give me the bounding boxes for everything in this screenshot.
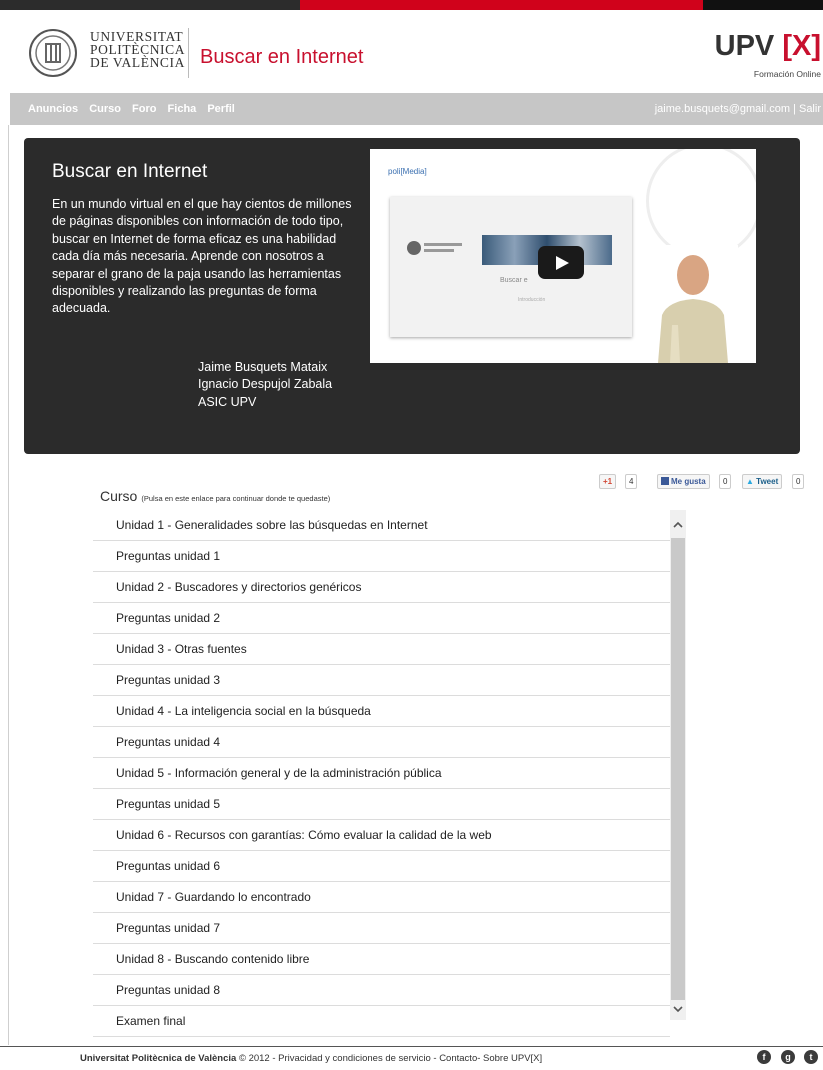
site-footer: Universitat Politècnica de València © 20…: [0, 1046, 823, 1070]
nav-link-perfil[interactable]: Perfil: [207, 103, 235, 115]
continue-link[interactable]: (Pulsa en este enlace para continuar don…: [141, 494, 330, 503]
list-item[interactable]: Preguntas unidad 6: [93, 851, 670, 882]
site-header: UNIVERSITAT POLITÈCNICA DE VALÈNCIA Busc…: [10, 12, 823, 92]
footer-links[interactable]: © 2012 - Privacidad y condiciones de ser…: [239, 1053, 542, 1064]
course-list-scrollbar[interactable]: [670, 510, 686, 1020]
nav-link-ficha[interactable]: Ficha: [168, 103, 197, 115]
nav-link-anuncios[interactable]: Anuncios: [28, 103, 78, 115]
list-item[interactable]: Unidad 2 - Buscadores y directorios gené…: [93, 572, 670, 603]
list-item[interactable]: Unidad 7 - Guardando lo encontrado: [93, 882, 670, 913]
list-item[interactable]: Unidad 3 - Otras fuentes: [93, 634, 670, 665]
nav-link-curso[interactable]: Curso: [89, 103, 121, 115]
list-item[interactable]: Preguntas unidad 7: [93, 913, 670, 944]
author-name: Jaime Busquets Mataix: [198, 360, 328, 374]
upvx-subtitle: Formación Online: [753, 69, 821, 79]
tweet-count: 0: [792, 474, 805, 489]
video-slide: Buscar e Introducción: [390, 197, 632, 337]
facebook-icon[interactable]: f: [757, 1050, 771, 1064]
twitter-widget: ▲ Tweet 0: [742, 474, 808, 489]
watermark-seal: [646, 149, 756, 259]
upvx-logo[interactable]: UPV [X]: [715, 30, 821, 63]
footer-university[interactable]: Universitat Politècnica de València: [80, 1053, 236, 1064]
chevron-down-icon[interactable]: [670, 1000, 686, 1018]
site-title[interactable]: Buscar en Internet: [200, 46, 363, 69]
list-item[interactable]: Unidad 5 - Información general y de la a…: [93, 758, 670, 789]
page-border: [8, 125, 9, 1045]
list-item[interactable]: Preguntas unidad 8: [93, 975, 670, 1006]
course-title: Curso: [100, 488, 138, 504]
list-item[interactable]: Preguntas unidad 1: [93, 541, 670, 572]
list-item[interactable]: Preguntas unidad 4: [93, 727, 670, 758]
tweet-button[interactable]: ▲ Tweet: [742, 474, 783, 489]
gplus-button[interactable]: +1: [599, 474, 617, 489]
hero-title: Buscar en Internet: [52, 161, 208, 182]
play-icon[interactable]: [538, 246, 584, 279]
course-unit-list: Unidad 1 - Generalidades sobre las búsqu…: [93, 510, 670, 1037]
slide-title: Buscar e: [500, 277, 528, 284]
list-item[interactable]: Unidad 8 - Buscando contenido libre: [93, 944, 670, 975]
list-item[interactable]: Unidad 1 - Generalidades sobre las búsqu…: [93, 510, 670, 541]
scrollbar-thumb[interactable]: [671, 538, 685, 1000]
nav-link-foro[interactable]: Foro: [132, 103, 156, 115]
facebook-widget: Me gusta 0: [657, 474, 735, 489]
course-heading: Curso (Pulsa en este enlace para continua…: [100, 488, 330, 504]
facebook-like-button[interactable]: Me gusta: [657, 474, 710, 489]
google-icon[interactable]: g: [781, 1050, 795, 1064]
slide-subtitle: Introducción: [518, 297, 546, 303]
list-item[interactable]: Examen final: [93, 1006, 670, 1037]
header-divider: [188, 28, 189, 78]
facebook-count: 0: [719, 474, 732, 489]
user-logout-link[interactable]: jaime.busquets@gmail.com | Salir: [655, 103, 821, 115]
author-org: ASIC UPV: [198, 394, 257, 409]
course-hero: Buscar en Internet En un mundo virtual e…: [24, 138, 800, 454]
intro-video[interactable]: poli[Media] Buscar e Introducción: [370, 149, 756, 363]
gplus-widget: +1 4: [599, 474, 654, 489]
list-item[interactable]: Preguntas unidad 3: [93, 665, 670, 696]
footer-text: Universitat Politècnica de València © 20…: [80, 1053, 542, 1064]
list-item[interactable]: Unidad 4 - La inteligencia social en la …: [93, 696, 670, 727]
twitter-bird-icon: ▲: [746, 477, 754, 486]
upv-mini-logo-icon: [407, 241, 462, 255]
presenter-image: [648, 245, 738, 363]
main-nav: Anuncios Curso Foro Ficha Perfil jaime.b…: [10, 93, 823, 125]
list-item[interactable]: Preguntas unidad 2: [93, 603, 670, 634]
upv-seal-icon[interactable]: [28, 28, 78, 78]
list-item[interactable]: Unidad 6 - Recursos con garantías: Cómo …: [93, 820, 670, 851]
gplus-count: 4: [625, 474, 638, 489]
facebook-icon: [661, 477, 669, 485]
twitter-icon[interactable]: t: [804, 1050, 818, 1064]
polimedia-logo: poli[Media]: [388, 167, 427, 176]
list-item[interactable]: Preguntas unidad 5: [93, 789, 670, 820]
hero-description: En un mundo virtual en el que hay ciento…: [52, 197, 352, 316]
author-name: Ignacio Despujol Zabala: [198, 377, 333, 392]
university-name: UNIVERSITAT POLITÈCNICA DE VALÈNCIA: [90, 29, 186, 70]
top-color-strip: [0, 0, 823, 12]
chevron-up-icon[interactable]: [670, 516, 686, 534]
hero-authors: Jaime Busquets Mataix Ignacio Despujol Z…: [198, 359, 332, 411]
